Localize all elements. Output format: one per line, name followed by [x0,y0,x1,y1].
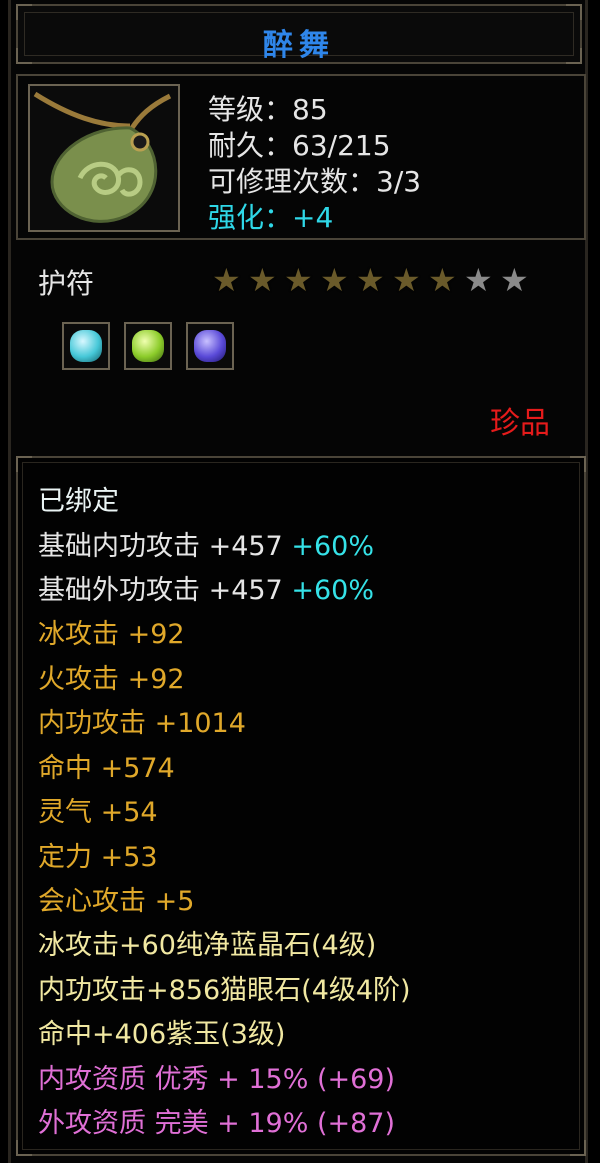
gem-effect-1: 冰攻击+60纯净蓝晶石(4级) [38,930,377,961]
item-info-panel: 等级：85 耐久：63/215 可修理次数：3/3 强化：+4 [16,74,586,240]
stat-bonus: +60% [291,575,374,606]
corner-ornament [570,1140,586,1156]
jade-amulet-icon [30,86,178,230]
stat-bonus: +60% [291,531,374,562]
rarity-label: 珍品 [490,406,550,441]
star-icon: ★ [356,261,385,299]
stat-base-inner-attack: 基础内功攻击 +457 +60% [38,529,374,565]
corner-ornament [16,4,32,20]
gem-effect-2: 内功攻击+856猫眼石(4级4阶) [38,975,411,1006]
stat-fire-attack: 火攻击 +92 [38,664,185,695]
stat-label: 基础外功攻击 +457 [38,575,283,606]
stat-label: 基础内功攻击 +457 [38,531,283,562]
corner-ornament [570,456,586,472]
stat-focus: 定力 +53 [38,842,158,873]
star-icon: ★ [428,261,457,299]
stat-crit: 会心攻击 +5 [38,886,195,917]
stat-base-outer-attack: 基础外功攻击 +457 +60% [38,573,374,609]
quality-inner: 内攻资质 优秀 + 15% (+69) [38,1064,396,1095]
item-level: 等级：85 [208,93,328,126]
star-icon: ★ [500,261,529,299]
bound-status: 已绑定 [38,486,119,517]
stat-spirit: 灵气 +54 [38,797,158,828]
stat-hit: 命中 +574 [38,753,175,784]
item-type: 护符 [38,267,95,300]
item-enhance-level: 强化：+4 [208,201,334,234]
corner-ornament [16,1140,32,1156]
star-icon: ★ [464,261,493,299]
cyan-crystal-icon [70,330,102,362]
item-icon-slot [28,84,180,232]
corner-ornament [566,4,582,20]
green-crystal-icon [132,330,164,362]
star-icon: ★ [212,261,241,299]
purple-crystal-icon [194,330,226,362]
gem-effect-3: 命中+406紫玉(3级) [38,1019,286,1050]
title-bar: 醉舞 [16,4,582,64]
star-icon: ★ [248,261,277,299]
gem-slot-1[interactable] [62,322,110,370]
quality-outer: 外攻资质 完美 + 19% (+87) [38,1108,396,1139]
item-repair-count: 可修理次数：3/3 [208,165,422,198]
stat-ice-attack: 冰攻击 +92 [38,619,185,650]
gem-slot-3[interactable] [186,322,234,370]
star-icon: ★ [392,261,421,299]
gem-slot-2[interactable] [124,322,172,370]
corner-ornament [16,456,32,472]
item-durability: 耐久：63/215 [208,129,391,162]
item-name: 醉舞 [263,28,335,63]
stat-inner-attack: 内功攻击 +1014 [38,708,246,739]
star-icon: ★ [320,261,349,299]
star-icon: ★ [284,261,313,299]
